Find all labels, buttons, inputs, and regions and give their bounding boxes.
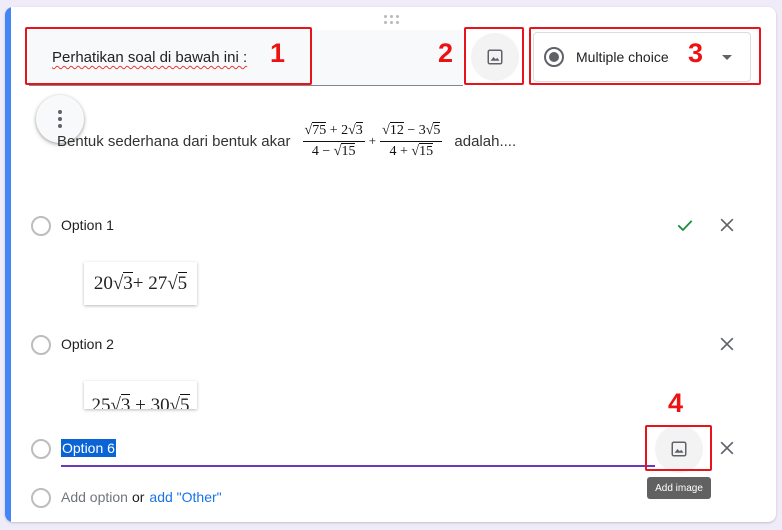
annotation-number-1: 1	[270, 38, 286, 68]
option-row-2: Option 2	[5, 325, 776, 365]
option-row-1: Option 1	[5, 206, 776, 246]
annotation-box-3	[529, 27, 761, 85]
radio-button-icon	[31, 335, 51, 355]
math-term: + 30	[130, 395, 170, 409]
formula-radicand: 15	[419, 142, 434, 159]
check-icon[interactable]	[675, 215, 695, 235]
close-icon[interactable]	[717, 215, 737, 235]
add-other-link[interactable]: add "Other"	[149, 489, 221, 505]
formula-fraction-2: √12 − 3√5 4 + √15	[380, 121, 443, 159]
annotation-number-3: 3	[688, 38, 704, 68]
drag-handle-icon[interactable]	[384, 15, 400, 25]
math-radicand: 5	[180, 394, 190, 409]
formula-radicand: 75	[312, 121, 327, 138]
formula-term: 4 +	[389, 143, 412, 159]
option-1-image[interactable]: 20 √3 + 27 √5	[84, 262, 197, 305]
math-radicand: 3	[120, 394, 131, 409]
formula-operator: + 2	[329, 122, 349, 138]
annotation-number-2: 2	[438, 38, 454, 68]
math-radicand: 3	[123, 271, 133, 294]
annotation-box-4	[645, 425, 712, 471]
radio-button-icon	[31, 216, 51, 236]
radio-button-icon	[31, 488, 51, 508]
annotation-box-1	[25, 27, 312, 85]
formula-operator: − 3	[407, 122, 426, 138]
math-radicand: 5	[177, 271, 188, 294]
close-icon[interactable]	[717, 438, 737, 458]
question-body-prefix: Bentuk sederhana dari bentuk akar	[57, 132, 291, 150]
add-image-tooltip: Add image	[647, 477, 711, 499]
math-coefficient: 20	[93, 272, 113, 294]
formula-radicand: 5	[433, 121, 441, 138]
option-6-selected-text: Option 6	[61, 439, 116, 457]
option-6-active-underline	[61, 465, 655, 467]
option-6-input[interactable]: Option 6	[61, 439, 116, 457]
option-2-image[interactable]: 25√3 + 30√5	[84, 381, 197, 409]
option-2-label[interactable]: Option 2	[61, 336, 114, 352]
question-formula: √75 + 2√3 4 − √15 + √12 − 3√5 4 + √15	[301, 121, 445, 160]
add-option-row: Add option or add "Other"	[61, 489, 222, 505]
close-icon[interactable]	[717, 334, 737, 354]
radio-button-icon	[31, 439, 51, 459]
add-option-or: or	[131, 489, 145, 505]
math-term: + 27	[132, 272, 168, 294]
formula-term: 4 −	[311, 143, 334, 159]
formula-radicand: 15	[341, 142, 356, 159]
add-option-button[interactable]: Add option	[61, 489, 128, 505]
annotation-box-2	[464, 27, 524, 85]
formula-plus: +	[368, 133, 377, 148]
math-coefficient: 25	[91, 395, 111, 409]
annotation-number-4: 4	[668, 388, 684, 418]
formula-fraction-1: √75 + 2√3 4 − √15	[302, 121, 365, 159]
option-1-label[interactable]: Option 1	[61, 217, 114, 233]
question-body: Bentuk sederhana dari bentuk akar √75 + …	[57, 113, 516, 169]
question-body-suffix: adalah....	[454, 132, 517, 150]
formula-radicand: 12	[389, 121, 404, 138]
formula-radicand: 3	[355, 121, 363, 138]
